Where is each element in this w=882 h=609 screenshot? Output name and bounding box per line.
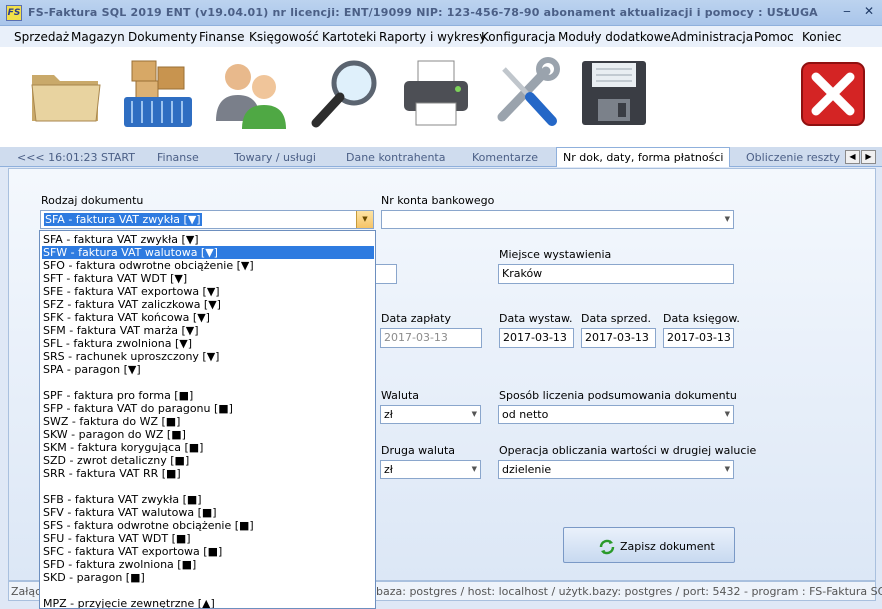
dropdown-option[interactable]: SKM - faktura korygująca [■] — [42, 441, 203, 454]
second-currency-op-label: Operacja obliczania wartości w drugiej w… — [499, 444, 757, 457]
menu-finanse[interactable]: Finanse — [199, 30, 245, 44]
menu-koniec[interactable]: Koniec — [802, 30, 842, 44]
tab-bar: <<< 16:01:23 START Finanse Towary / usłu… — [0, 147, 882, 167]
chevron-down-icon: ▼ — [724, 465, 730, 473]
dropdown-option[interactable]: SFM - faktura VAT marża [▼] — [42, 324, 199, 337]
bank-account-select[interactable]: ▼ — [381, 210, 734, 229]
tab-finanse[interactable]: Finanse — [157, 151, 199, 164]
summary-method-label: Sposób liczenia podsumowania dokumentu — [499, 389, 737, 402]
dropdown-option[interactable]: SFC - faktura VAT exportowa [■] — [42, 545, 222, 558]
chevron-down-icon: ▼ — [724, 215, 730, 223]
chevron-down-icon: ▼ — [471, 410, 477, 418]
doc-type-label: Rodzaj dokumentu — [41, 194, 144, 207]
close-red-x-icon[interactable] — [796, 55, 872, 131]
dropdown-option[interactable]: SFD - faktura zwolniona [■] — [42, 558, 196, 571]
second-currency-label: Druga waluta — [381, 444, 456, 457]
dropdown-option[interactable]: SRS - rachunek uproszczony [▼] — [42, 350, 219, 363]
menu-ksiegowosc[interactable]: Księgowość — [249, 30, 319, 44]
menu-administracja[interactable]: Administracja — [671, 30, 753, 44]
app-logo-icon: FS — [6, 5, 22, 21]
issue-date-input[interactable]: 2017-03-13 — [499, 328, 574, 348]
dropdown-option[interactable]: SFB - faktura VAT zwykła [■] — [42, 493, 202, 506]
menu-dokumenty[interactable]: Dokumenty — [128, 30, 197, 44]
menu-sprzedaz[interactable]: Sprzedaż — [14, 30, 69, 44]
status-db-info: baza: postgres / host: localhost / użytk… — [376, 585, 882, 598]
book-date-input[interactable]: 2017-03-13 — [663, 328, 734, 348]
sale-date-label: Data sprzed. — [581, 312, 652, 325]
sale-date-input[interactable]: 2017-03-13 — [581, 328, 656, 348]
contractors-people-icon[interactable] — [212, 55, 288, 131]
second-currency-op-select[interactable]: dzielenie ▼ — [498, 460, 734, 479]
payment-date-input[interactable]: 2017-03-13 — [380, 328, 482, 348]
dropdown-option[interactable]: SRR - faktura VAT RR [■] — [42, 467, 181, 480]
dropdown-option[interactable]: MPZ - przyjęcie zewnętrzne [▲] — [42, 597, 215, 608]
dropdown-option[interactable]: SFP - faktura VAT do paragonu [■] — [42, 402, 233, 415]
dropdown-option[interactable]: SWZ - faktura do WZ [■] — [42, 415, 180, 428]
folder-icon[interactable] — [28, 55, 104, 131]
bank-account-label: Nr konta bankowego — [381, 194, 495, 207]
menu-raporty[interactable]: Raporty i wykresy — [379, 30, 486, 44]
dropdown-option[interactable]: SFS - faktura odwrotne obciążenie [■] — [42, 519, 254, 532]
doc-type-select[interactable]: SFA - faktura VAT zwykła [▼] ▼ — [40, 210, 374, 229]
menu-magazyn[interactable]: Magazyn — [71, 30, 125, 44]
dropdown-separator — [42, 584, 43, 597]
dropdown-option[interactable]: SKD - paragon [■] — [42, 571, 145, 584]
dropdown-separator — [42, 480, 43, 493]
save-document-button[interactable]: Zapisz dokument — [563, 527, 735, 563]
tab-towary[interactable]: Towary / usługi — [234, 151, 316, 164]
dropdown-option[interactable]: SZD - zwrot detaliczny [■] — [42, 454, 189, 467]
menu-kartoteki[interactable]: Kartoteki — [322, 30, 376, 44]
warehouse-boxes-icon[interactable] — [120, 55, 196, 131]
magnifier-icon[interactable] — [308, 55, 384, 131]
dropdown-option[interactable]: SPA - paragon [▼] — [42, 363, 141, 376]
chevron-down-icon: ▼ — [471, 465, 477, 473]
dropdown-option[interactable]: SFE - faktura VAT exportowa [▼] — [42, 285, 220, 298]
dropdown-option[interactable]: SFT - faktura VAT WDT [▼] — [42, 272, 187, 285]
title-bar: FS FS-Faktura SQL 2019 ENT (v19.04.01) n… — [0, 0, 882, 26]
tab-komentarze[interactable]: Komentarze — [472, 151, 538, 164]
doc-type-dropdown-list[interactable]: SFA - faktura VAT zwykła [▼] SFW - faktu… — [39, 230, 376, 609]
toolbar — [0, 47, 882, 147]
dropdown-option[interactable]: SPF - faktura pro forma [■] — [42, 389, 193, 402]
currency-select[interactable]: zł ▼ — [380, 405, 481, 424]
save-document-label: Zapisz dokument — [620, 540, 715, 553]
issue-date-label: Data wystaw. — [499, 312, 573, 325]
dropdown-option[interactable]: SFU - faktura VAT WDT [■] — [42, 532, 191, 545]
tab-scroll-left-icon[interactable]: ◀ — [845, 150, 860, 164]
menu-bar: Sprzedaż Magazyn Dokumenty Finanse Księg… — [0, 26, 882, 47]
dropdown-option[interactable]: SFV - faktura VAT walutowa [■] — [42, 506, 217, 519]
dropdown-option[interactable]: SFL - faktura zwolniona [▼] — [42, 337, 192, 350]
menu-pomoc[interactable]: Pomoc — [754, 30, 794, 44]
dropdown-option-highlighted[interactable]: SFW - faktura VAT walutowa [▼] — [42, 246, 374, 259]
tab-obliczenie-reszty[interactable]: Obliczenie reszty — [746, 151, 840, 164]
tab-dane-kontrahenta[interactable]: Dane kontrahenta — [346, 151, 445, 164]
minimize-button[interactable]: ‒ — [838, 4, 856, 20]
place-label: Miejsce wystawienia — [499, 248, 612, 261]
refresh-save-icon — [599, 539, 615, 555]
dropdown-option[interactable]: SFK - faktura VAT końcowa [▼] — [42, 311, 210, 324]
dropdown-option[interactable]: SFZ - faktura VAT zaliczkowa [▼] — [42, 298, 221, 311]
printer-icon[interactable] — [398, 55, 474, 131]
window-title: FS-Faktura SQL 2019 ENT (v19.04.01) nr l… — [28, 6, 818, 19]
currency-label: Waluta — [381, 389, 419, 402]
tools-icon[interactable] — [488, 55, 564, 131]
menu-konfiguracja[interactable]: Konfiguracja — [481, 30, 556, 44]
dropdown-option[interactable]: SFA - faktura VAT zwykła [▼] — [42, 233, 199, 246]
close-window-button[interactable]: ✕ — [860, 4, 878, 20]
payment-date-label: Data zapłaty — [381, 312, 451, 325]
menu-moduly[interactable]: Moduły dodatkowe — [558, 30, 671, 44]
summary-method-select[interactable]: od netto ▼ — [498, 405, 734, 424]
dropdown-separator — [42, 376, 43, 389]
tab-nr-dok-daty[interactable]: Nr dok, daty, forma płatności — [556, 147, 731, 167]
chevron-down-icon[interactable]: ▼ — [356, 211, 373, 228]
chevron-down-icon: ▼ — [724, 410, 730, 418]
book-date-label: Data księgow. — [663, 312, 740, 325]
dropdown-option[interactable]: SFO - faktura odwrotne obciążenie [▼] — [42, 259, 254, 272]
place-input[interactable]: Kraków — [498, 264, 734, 284]
second-currency-select[interactable]: zł ▼ — [380, 460, 481, 479]
floppy-disk-icon[interactable] — [576, 55, 652, 131]
dropdown-option[interactable]: SKW - paragon do WZ [■] — [42, 428, 186, 441]
tab-start[interactable]: <<< 16:01:23 START — [17, 151, 135, 164]
tab-scroll-right-icon[interactable]: ▶ — [861, 150, 876, 164]
